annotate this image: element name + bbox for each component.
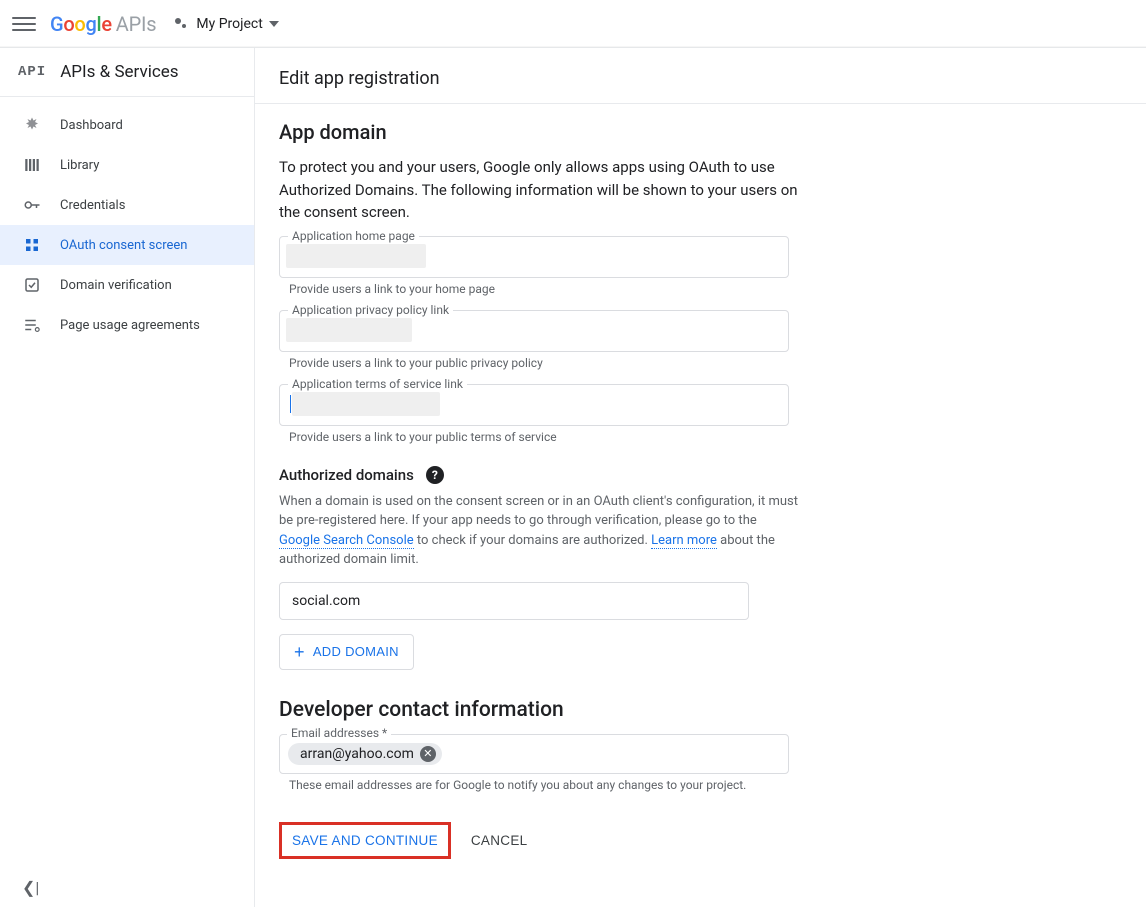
add-domain-button[interactable]: + ADD DOMAIN bbox=[279, 634, 414, 670]
field-help: Provide users a link to your home page bbox=[289, 282, 1051, 296]
text-cursor bbox=[290, 395, 291, 413]
cancel-button[interactable]: CANCEL bbox=[471, 833, 528, 848]
authorized-domains-help: When a domain is used on the consent scr… bbox=[279, 492, 799, 570]
top-bar: Google APIs My Project bbox=[0, 0, 1146, 48]
consent-icon bbox=[22, 235, 42, 255]
sidebar-item-credentials[interactable]: Credentials bbox=[0, 185, 254, 225]
button-label: ADD DOMAIN bbox=[313, 644, 399, 659]
sidebar-item-library[interactable]: Library bbox=[0, 145, 254, 185]
sidebar-item-label: Page usage agreements bbox=[60, 318, 200, 333]
redacted-value bbox=[286, 318, 412, 342]
help-icon[interactable]: ? bbox=[426, 466, 444, 484]
sidebar-item-label: OAuth consent screen bbox=[60, 238, 187, 253]
field-help: These email addresses are for Google to … bbox=[289, 778, 1051, 792]
home-page-field[interactable]: Application home page bbox=[279, 236, 789, 278]
google-apis-logo[interactable]: Google APIs bbox=[50, 12, 156, 36]
redacted-value bbox=[292, 392, 440, 416]
chip-label: arran@yahoo.com bbox=[300, 746, 414, 762]
domain-value: social.com bbox=[292, 593, 360, 609]
search-console-link[interactable]: Google Search Console bbox=[279, 533, 414, 549]
field-label: Email addresses * bbox=[287, 726, 391, 740]
remove-chip-icon[interactable]: ✕ bbox=[420, 746, 436, 762]
api-logo-icon: API bbox=[18, 64, 46, 80]
key-icon bbox=[22, 195, 42, 215]
section-heading-authorized-domains: Authorized domains bbox=[279, 466, 414, 484]
email-addresses-field[interactable]: arran@yahoo.com ✕ bbox=[279, 734, 789, 774]
field-label: Application terms of service link bbox=[288, 377, 467, 391]
sidebar-item-label: Library bbox=[60, 158, 99, 173]
field-help: Provide users a link to your public term… bbox=[289, 430, 1051, 444]
sidebar-item-domain-verification[interactable]: Domain verification bbox=[0, 265, 254, 305]
tos-link-field[interactable]: Application terms of service link bbox=[279, 384, 789, 426]
agreements-icon bbox=[22, 315, 42, 335]
sidebar-item-label: Dashboard bbox=[60, 118, 123, 133]
field-label: Application privacy policy link bbox=[288, 303, 453, 317]
check-badge-icon bbox=[22, 275, 42, 295]
collapse-sidebar-icon[interactable]: ❮| bbox=[22, 878, 39, 897]
authorized-domain-input[interactable]: social.com bbox=[279, 582, 749, 620]
sidebar-title: APIs & Services bbox=[60, 62, 178, 82]
sidebar: API APIs & Services Dashboard Library Cr… bbox=[0, 48, 255, 907]
redacted-value bbox=[286, 244, 426, 268]
project-name: My Project bbox=[196, 16, 262, 32]
sidebar-item-page-usage[interactable]: Page usage agreements bbox=[0, 305, 254, 345]
main-panel: Edit app registration App domain To prot… bbox=[255, 48, 1146, 907]
email-chip: arran@yahoo.com ✕ bbox=[288, 743, 442, 765]
field-label: Application home page bbox=[288, 229, 419, 243]
project-icon bbox=[172, 15, 190, 33]
plus-icon: + bbox=[294, 643, 305, 661]
library-icon bbox=[22, 155, 42, 175]
page-title: Edit app registration bbox=[255, 48, 1146, 104]
privacy-link-field[interactable]: Application privacy policy link bbox=[279, 310, 789, 352]
sidebar-item-dashboard[interactable]: Dashboard bbox=[0, 105, 254, 145]
sidebar-header[interactable]: API APIs & Services bbox=[0, 48, 254, 97]
save-and-continue-button[interactable]: SAVE AND CONTINUE bbox=[279, 822, 451, 859]
sidebar-item-label: Domain verification bbox=[60, 278, 172, 293]
chevron-down-icon bbox=[269, 21, 279, 27]
learn-more-link[interactable]: Learn more bbox=[651, 533, 717, 549]
project-selector[interactable]: My Project bbox=[172, 15, 278, 33]
app-domain-description: To protect you and your users, Google on… bbox=[279, 156, 799, 224]
menu-icon[interactable] bbox=[12, 12, 36, 36]
sidebar-item-label: Credentials bbox=[60, 198, 125, 213]
section-heading-developer-contact: Developer contact information bbox=[279, 698, 1051, 722]
sidebar-item-oauth-consent[interactable]: OAuth consent screen bbox=[0, 225, 254, 265]
dashboard-icon bbox=[22, 115, 42, 135]
section-heading-app-domain: App domain bbox=[279, 120, 1051, 144]
field-help: Provide users a link to your public priv… bbox=[289, 356, 1051, 370]
